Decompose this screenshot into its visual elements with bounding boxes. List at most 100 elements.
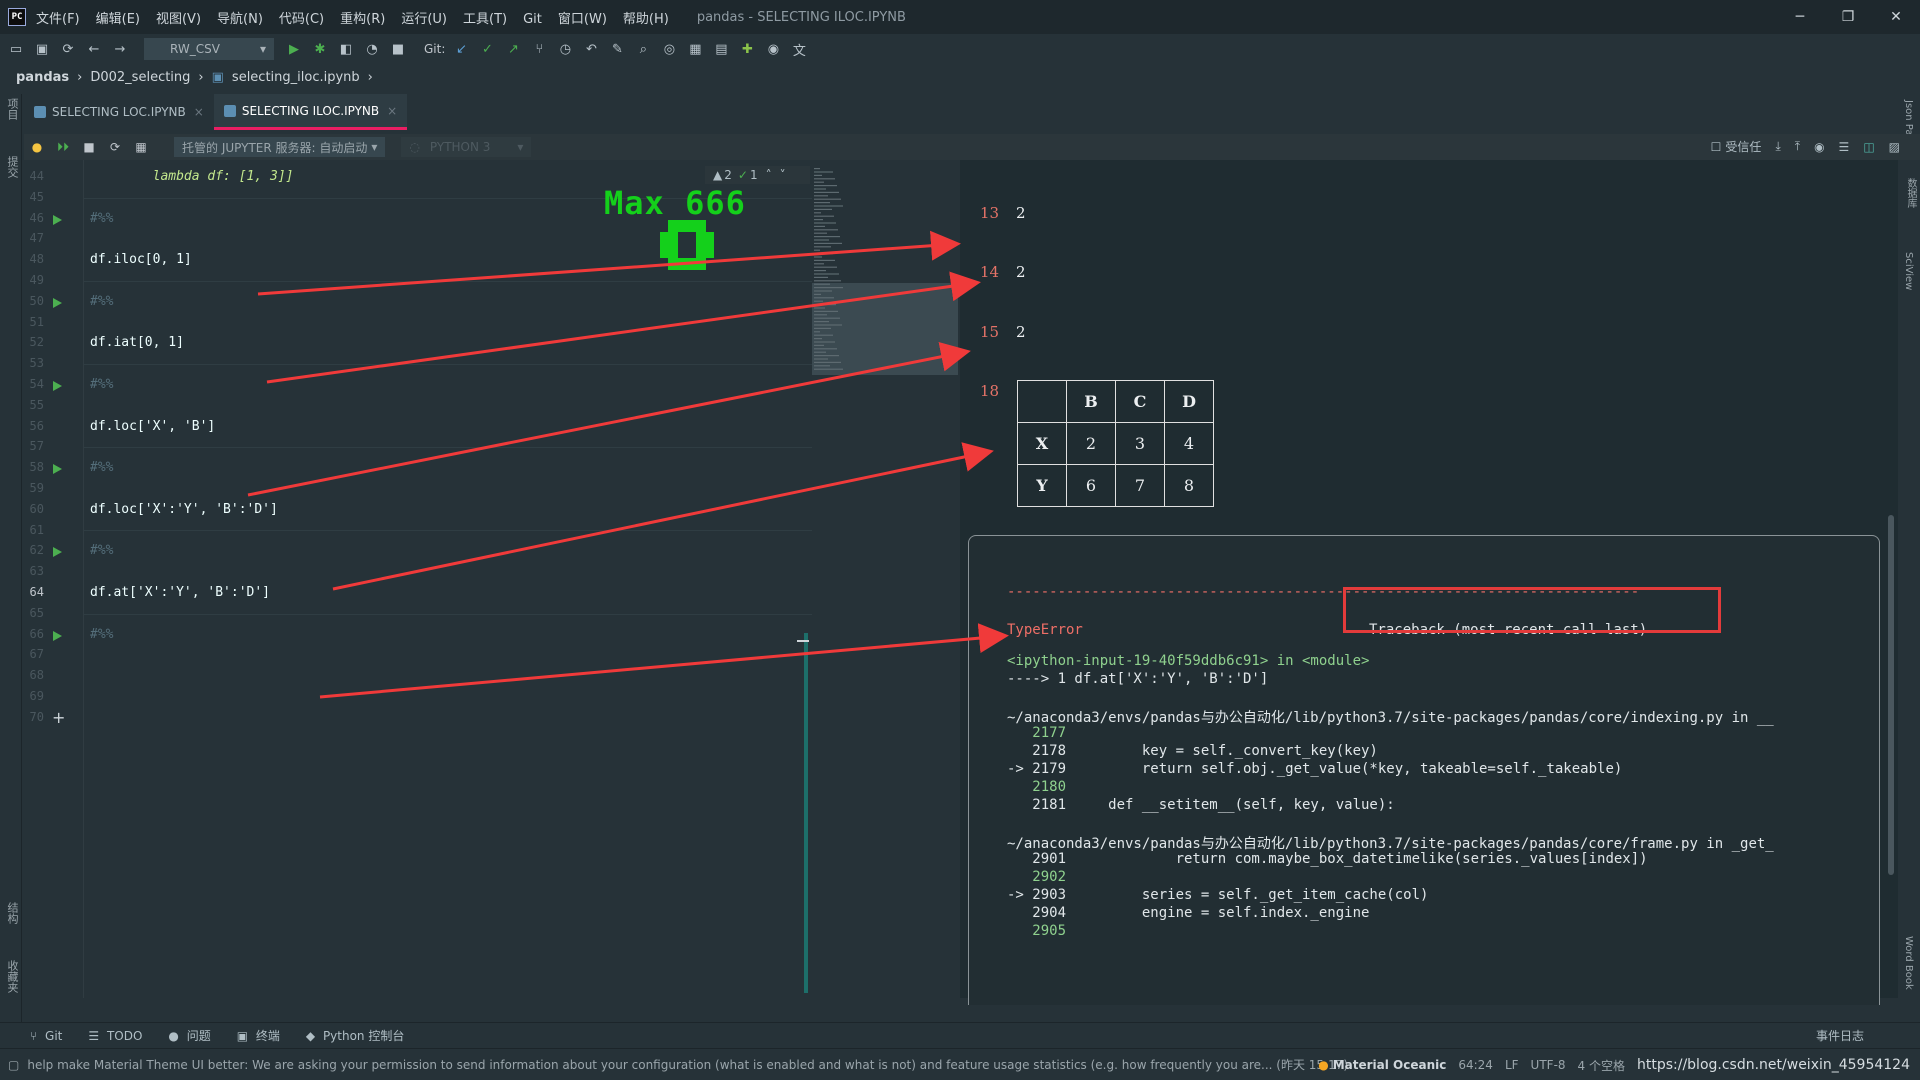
kernel-select[interactable]: ◌ PYTHON 3 ▾ (401, 137, 532, 157)
output-scrollbar[interactable] (1888, 515, 1894, 875)
save-icon[interactable]: ▣ (34, 41, 50, 57)
theme-label[interactable]: Material Oceanic (1333, 1058, 1447, 1072)
editor-only-icon[interactable]: ☰ (1839, 140, 1850, 154)
status-message[interactable]: help make Material Theme UI better: We a… (27, 1056, 1348, 1073)
preview-icon[interactable]: ◉ (1814, 140, 1824, 154)
back-icon[interactable]: ← (86, 41, 102, 57)
jupyter-server-label: 托管的 JUPYTER 服务器: 自动启动 (182, 140, 368, 155)
tool-window-button[interactable]: ☰ TODO (88, 1029, 142, 1043)
git-branch-icon[interactable]: ⑂ (531, 41, 547, 57)
run-cell-icon[interactable] (53, 464, 62, 475)
minimap-line (814, 232, 827, 234)
indent[interactable]: 4 个空格 (1578, 1057, 1625, 1074)
split-view-icon[interactable]: ◫ (1863, 140, 1874, 154)
database-tool-button[interactable]: 数据库 (1903, 178, 1918, 208)
run-cell-icon[interactable] (53, 297, 62, 308)
run-cell-icon[interactable] (53, 214, 62, 225)
close-tab-icon[interactable]: × (387, 104, 397, 118)
run-cell-icon[interactable] (53, 630, 62, 641)
event-log-button[interactable]: 事件日志 (1816, 1027, 1864, 1044)
minimap-line (814, 358, 828, 360)
tool-window-button[interactable]: ◆ Python 控制台 (306, 1027, 404, 1044)
breadcrumb-project[interactable]: pandas (16, 70, 69, 85)
encoding[interactable]: UTF-8 (1531, 1058, 1566, 1072)
layout-icon[interactable]: ▤ (713, 41, 729, 57)
stop-icon[interactable]: ■ (390, 41, 406, 57)
close-tab-icon[interactable]: × (194, 105, 204, 119)
scope-icon[interactable]: ◉ (765, 41, 781, 57)
menu-item[interactable]: 代码(C) (279, 12, 324, 27)
maximize-button[interactable]: ❐ (1824, 0, 1872, 34)
tool-window-button[interactable]: ● 问题 (168, 1027, 210, 1044)
menu-item[interactable]: 运行(U) (401, 12, 447, 27)
menu-item[interactable]: 重构(R) (340, 12, 385, 27)
menu-item[interactable]: Git (523, 12, 542, 27)
menu-item[interactable]: 编辑(E) (96, 12, 140, 27)
download-icon[interactable]: ⤓ (1775, 139, 1780, 154)
upload-icon[interactable]: ⤒ (1795, 139, 1800, 154)
debug-icon[interactable]: ✱ (312, 41, 328, 57)
open-folder-icon[interactable]: ▭ (8, 41, 24, 57)
run-all-icon[interactable]: ⏵⏵ (55, 139, 71, 155)
line-separator[interactable]: LF (1505, 1058, 1519, 1072)
git-update-icon[interactable]: ↙ (453, 41, 469, 57)
variables-icon[interactable]: ▦ (133, 139, 149, 155)
tab-selecting-loc[interactable]: SELECTING LOC.IPYNB × (24, 94, 214, 130)
title-bar: PC 文件(F) 编辑(E) 视图(V) 导航(N) 代码(C) 重构(R) 运行(U) 工具… (0, 0, 1920, 34)
sciview-tool-button[interactable]: SciView (1903, 252, 1914, 290)
structure-tool-button[interactable]: 结构 (4, 902, 20, 924)
rollback-icon[interactable]: ↶ (583, 41, 599, 57)
profile-icon[interactable]: ◔ (364, 41, 380, 57)
breadcrumb-file[interactable]: selecting_iloc.ipynb (232, 70, 360, 85)
git-push-icon[interactable]: ↗ (505, 41, 521, 57)
git-commit-icon[interactable]: ✓ (479, 41, 495, 57)
menu-item[interactable]: 工具(T) (463, 12, 507, 27)
tool-window-button[interactable]: ⑂ Git (30, 1029, 62, 1043)
breadcrumb-folder[interactable]: D002_selecting (90, 70, 190, 85)
favorites-tool-button[interactable]: 收藏夹 (4, 960, 20, 993)
tool-window-button[interactable]: ▣ 终端 (237, 1027, 280, 1044)
close-button[interactable]: ✕ (1872, 0, 1920, 34)
lightbulb-icon[interactable]: ● (29, 139, 45, 155)
interrupt-kernel-icon[interactable]: ■ (81, 139, 97, 155)
minimize-button[interactable]: ─ (1776, 0, 1824, 34)
restart-kernel-icon[interactable]: ⟳ (107, 139, 123, 155)
status-window-icon[interactable]: ▢ (8, 1058, 19, 1072)
notebook-toolbar: ● ⏵⏵ ■ ⟳ ▦ 托管的 JUPYTER 服务器: 自动启动 ▾ ◌ PYTHO… (24, 134, 1920, 160)
search-icon[interactable]: ⌕ (635, 41, 651, 57)
history-icon[interactable]: ◷ (557, 41, 573, 57)
jupyter-server-select[interactable]: 托管的 JUPYTER 服务器: 自动启动 ▾ (174, 137, 386, 157)
preview-only-icon[interactable]: ▨ (1889, 140, 1900, 154)
translate-icon[interactable]: 文 (791, 41, 807, 59)
word-book-tool-button[interactable]: Word Book (1903, 936, 1914, 990)
coverage-icon[interactable]: ◧ (338, 41, 354, 57)
run-cell-icon[interactable] (53, 547, 62, 558)
project-tool-button[interactable]: 项目 (4, 98, 20, 120)
add-cell-icon[interactable]: + (52, 708, 65, 727)
find-usages-icon[interactable]: ◎ (661, 41, 677, 57)
menu-item[interactable]: 视图(V) (156, 12, 201, 27)
inspection-widget[interactable]: ▲ 2 ✓ 1 ˄ ˅ (705, 166, 810, 184)
caret-position[interactable]: 64:24 (1458, 1058, 1493, 1072)
sync-icon[interactable]: ⟳ (60, 41, 76, 57)
run-cell-icon[interactable] (53, 381, 62, 391)
code-minimap[interactable] (812, 165, 958, 375)
collapse-cell-icon[interactable] (797, 640, 809, 642)
menu-item[interactable]: 窗口(W) (558, 12, 607, 27)
chevron-down-icon[interactable]: ˅ (780, 168, 786, 182)
forward-icon[interactable]: → (112, 41, 128, 57)
menu-item[interactable]: 文件(F) (36, 12, 80, 27)
output-number: 15 (980, 323, 1000, 341)
structure-icon[interactable]: ▦ (687, 41, 703, 57)
tab-selecting-iloc[interactable]: SELECTING ILOC.IPYNB × (213, 94, 408, 130)
commit-tool-button[interactable]: 提交 (4, 156, 20, 178)
menu-item[interactable]: 帮助(H) (623, 12, 669, 27)
code-editor[interactable]: lambda df: [1, 3]] #%% df.iloc[0, 1] #%% df.… (84, 160, 812, 998)
settings-wrench-icon[interactable]: ✎ (609, 41, 625, 57)
chevron-up-icon[interactable]: ˄ (766, 168, 772, 182)
run-icon[interactable]: ▶ (286, 41, 302, 57)
trusted-checkbox-icon[interactable]: ☐ (1711, 140, 1722, 154)
plugin-icon[interactable]: ✚ (739, 41, 755, 57)
run-config-select[interactable]: RW_CSV ▾ (144, 38, 274, 60)
menu-item[interactable]: 导航(N) (217, 12, 263, 27)
